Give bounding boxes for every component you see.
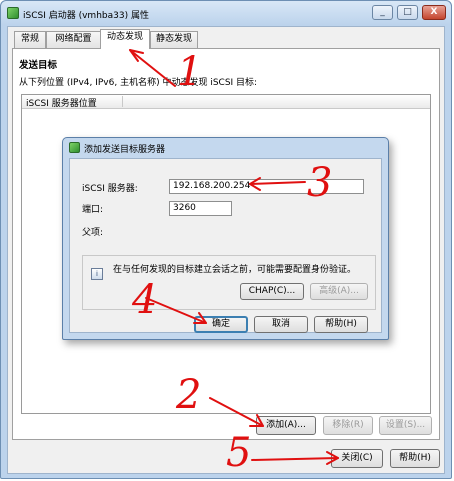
title-bar[interactable]: iSCSI 启动器 (vmhba33) 属性 _ □ X (1, 1, 451, 25)
maximize-button[interactable]: □ (397, 5, 418, 20)
server-input[interactable]: 192.168.200.254 (169, 179, 364, 194)
authentication-info-text: 在与任何发现的目标建立会话之前，可能需要配置身份验证。 (113, 265, 357, 275)
parent-label: 父项: (82, 228, 104, 238)
remove-button[interactable]: 移除(R) (323, 416, 373, 435)
dialog-help-button[interactable]: 帮助(H) (314, 316, 368, 333)
advanced-button[interactable]: 高级(A)... (310, 283, 368, 300)
section-title: 发送目标 (19, 60, 58, 71)
add-button-main[interactable]: 添加(A)... (256, 416, 316, 435)
close-window-button[interactable]: X (422, 5, 446, 20)
section-description: 从下列位置 (IPv4, IPv6, 主机名称) 中动态发现 iSCSI 目标: (19, 78, 258, 88)
dialog-client: iSCSI 服务器: 192.168.200.254 端口: 3260 父项: … (69, 158, 382, 333)
close-button[interactable]: 关闭(C) (331, 449, 383, 468)
chap-button[interactable]: CHAP(C)... (240, 283, 304, 300)
server-label: iSCSI 服务器: (82, 184, 138, 194)
window-title: iSCSI 启动器 (vmhba33) 属性 (23, 11, 149, 21)
dialog-title: 添加发送目标服务器 (84, 145, 166, 155)
info-icon: i (91, 268, 103, 280)
help-button[interactable]: 帮助(H) (390, 449, 440, 468)
port-input[interactable]: 3260 (169, 201, 232, 216)
ok-button[interactable]: 确定 (194, 316, 248, 333)
tab-general[interactable]: 常规 (14, 31, 46, 48)
minimize-button[interactable]: _ (372, 5, 393, 20)
column-separator (122, 96, 123, 107)
tab-dynamic-discovery[interactable]: 动态发现 (100, 29, 150, 49)
add-send-target-dialog: 添加发送目标服务器 iSCSI 服务器: 192.168.200.254 端口:… (62, 137, 389, 340)
dialog-app-icon (69, 142, 80, 153)
settings-button[interactable]: 设置(S)... (379, 416, 432, 435)
list-header[interactable]: iSCSI 服务器位置 (22, 95, 430, 109)
column-header-server-location[interactable]: iSCSI 服务器位置 (26, 96, 97, 109)
tab-network-config[interactable]: 网络配置 (46, 31, 101, 48)
port-label: 端口: (82, 205, 104, 215)
app-icon (7, 7, 19, 19)
cancel-button[interactable]: 取消 (254, 316, 308, 333)
tab-static-discovery[interactable]: 静态发现 (150, 31, 198, 48)
